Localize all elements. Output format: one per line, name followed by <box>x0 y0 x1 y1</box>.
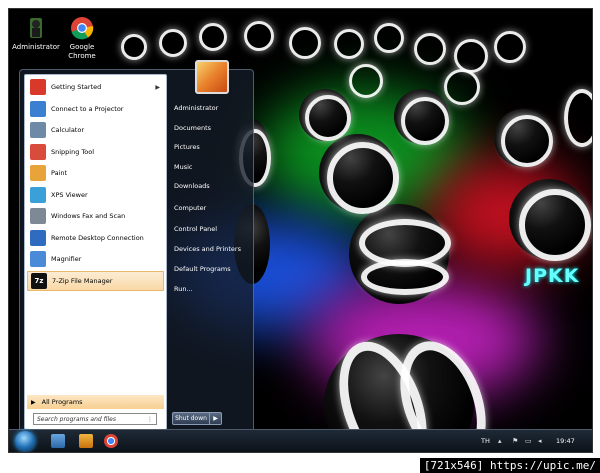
sphere-stripe <box>454 39 488 73</box>
sphere-stripe <box>305 95 351 141</box>
program-label: Windows Fax and Scan <box>51 212 126 220</box>
sphere-stripe <box>564 89 592 147</box>
start-button[interactable] <box>15 431 35 451</box>
show-hidden-icons-icon[interactable]: ▴ <box>498 438 505 445</box>
desktop-icon-label: Google Chrome <box>68 43 96 60</box>
sphere-stripe <box>501 115 553 167</box>
right-item-pictures[interactable]: Pictures <box>174 141 200 153</box>
program-label: Paint <box>51 169 68 177</box>
right-item-run[interactable]: Run... <box>174 283 193 295</box>
program-paint[interactable]: Paint <box>27 163 164 183</box>
right-item-control-panel[interactable]: Control Panel <box>174 223 217 235</box>
flag-icon[interactable]: ⚑ <box>512 438 519 445</box>
taskbar: TH ▴ ⚑ ▭ ◂ 19:47 <box>9 429 592 452</box>
sphere-stripe <box>244 21 274 51</box>
program-magnifier[interactable]: Magnifier <box>27 249 164 269</box>
sphere-stripe <box>289 27 321 59</box>
shutdown-options-button[interactable]: ▶ <box>209 412 222 425</box>
right-item-downloads[interactable]: Downloads <box>174 180 210 192</box>
remote-desktop-icon <box>30 230 46 246</box>
sphere-stripe <box>414 33 446 65</box>
sphere-stripe <box>494 31 526 63</box>
program-label: Remote Desktop Connection <box>51 234 144 242</box>
7zip-icon: 7z <box>31 273 47 289</box>
sphere-stripe <box>349 64 383 98</box>
watermark-text: JPKK <box>525 265 580 287</box>
program-label: Snipping Tool <box>51 148 95 156</box>
explorer-icon[interactable] <box>51 434 65 448</box>
program-remote-desktop[interactable]: Remote Desktop Connection <box>27 228 164 248</box>
program-xps-viewer[interactable]: XPS Viewer <box>27 185 164 205</box>
scissors-icon <box>30 144 46 160</box>
sphere-stripe <box>519 189 591 261</box>
sphere-stripe <box>334 29 364 59</box>
program-label: Magnifier <box>51 255 82 263</box>
calculator-icon <box>30 122 46 138</box>
sphere-stripe <box>199 23 227 51</box>
right-item-music[interactable]: Music <box>174 161 193 173</box>
media-player-icon[interactable] <box>79 434 93 448</box>
screenshot-frame: JPKK Administrator Google Chrome Getting… <box>8 8 593 453</box>
desktop-icon-chrome[interactable]: Google Chrome <box>55 15 109 61</box>
program-7zip[interactable]: 7z 7-Zip File Manager <box>27 271 164 291</box>
program-label: Calculator <box>51 126 85 134</box>
getting-started-icon <box>30 79 46 95</box>
program-label: XPS Viewer <box>51 191 88 199</box>
program-label: Connect to a Projector <box>51 105 124 113</box>
fax-icon <box>30 208 46 224</box>
right-item-devices-printers[interactable]: Devices and Printers <box>174 243 241 255</box>
program-fax-scan[interactable]: Windows Fax and Scan <box>27 206 164 226</box>
right-item-default-programs[interactable]: Default Programs <box>174 263 231 275</box>
triangle-right-icon: ▶ <box>31 398 36 406</box>
sphere-stripe <box>444 69 480 105</box>
chrome-icon <box>69 15 95 41</box>
network-icon[interactable]: ▭ <box>525 438 532 445</box>
chrome-taskbar-icon[interactable] <box>104 434 118 448</box>
magnifier-icon <box>30 251 46 267</box>
program-getting-started[interactable]: Getting Started ▶ <box>27 77 164 97</box>
program-calculator[interactable]: Calculator <box>27 120 164 140</box>
all-programs-label: All Programs <box>41 398 83 406</box>
projector-icon <box>30 101 46 117</box>
start-menu: Getting Started ▶ Connect to a Projector… <box>19 60 254 435</box>
program-label: Getting Started <box>51 83 102 91</box>
programs-pane: Getting Started ▶ Connect to a Projector… <box>24 74 167 430</box>
submenu-arrow-icon: ▶ <box>155 83 160 91</box>
volume-icon[interactable]: ◂ <box>538 438 545 445</box>
all-programs-button[interactable]: ▶ All Programs <box>27 395 164 409</box>
right-item-documents[interactable]: Documents <box>174 122 211 134</box>
language-indicator[interactable]: TH <box>481 430 490 452</box>
paint-icon <box>30 165 46 181</box>
program-connect-projector[interactable]: Connect to a Projector <box>27 99 164 119</box>
right-item-computer[interactable]: Computer <box>174 202 206 214</box>
search-placeholder: Search programs and files <box>37 415 116 423</box>
sphere-stripe <box>374 23 404 53</box>
search-input[interactable]: Search programs and files ⋮ <box>33 413 157 425</box>
image-size-stamp: [721x546] https://upic.me/ <box>419 458 600 473</box>
program-label: 7-Zip File Manager <box>52 277 113 285</box>
user-picture[interactable] <box>195 60 229 94</box>
sphere-stripe <box>121 34 147 60</box>
right-item-administrator[interactable]: Administrator <box>174 102 218 114</box>
sphere-stripe <box>401 97 449 145</box>
clock[interactable]: 19:47 <box>556 430 575 452</box>
sphere-stripe <box>159 29 187 57</box>
sphere-stripe <box>361 259 449 295</box>
shutdown-button[interactable]: Shut down <box>172 412 210 425</box>
xps-viewer-icon <box>30 187 46 203</box>
user-folder-icon <box>23 15 49 41</box>
search-icon: ⋮ <box>147 415 153 423</box>
sphere-stripe <box>327 142 399 214</box>
program-snipping-tool[interactable]: Snipping Tool <box>27 142 164 162</box>
